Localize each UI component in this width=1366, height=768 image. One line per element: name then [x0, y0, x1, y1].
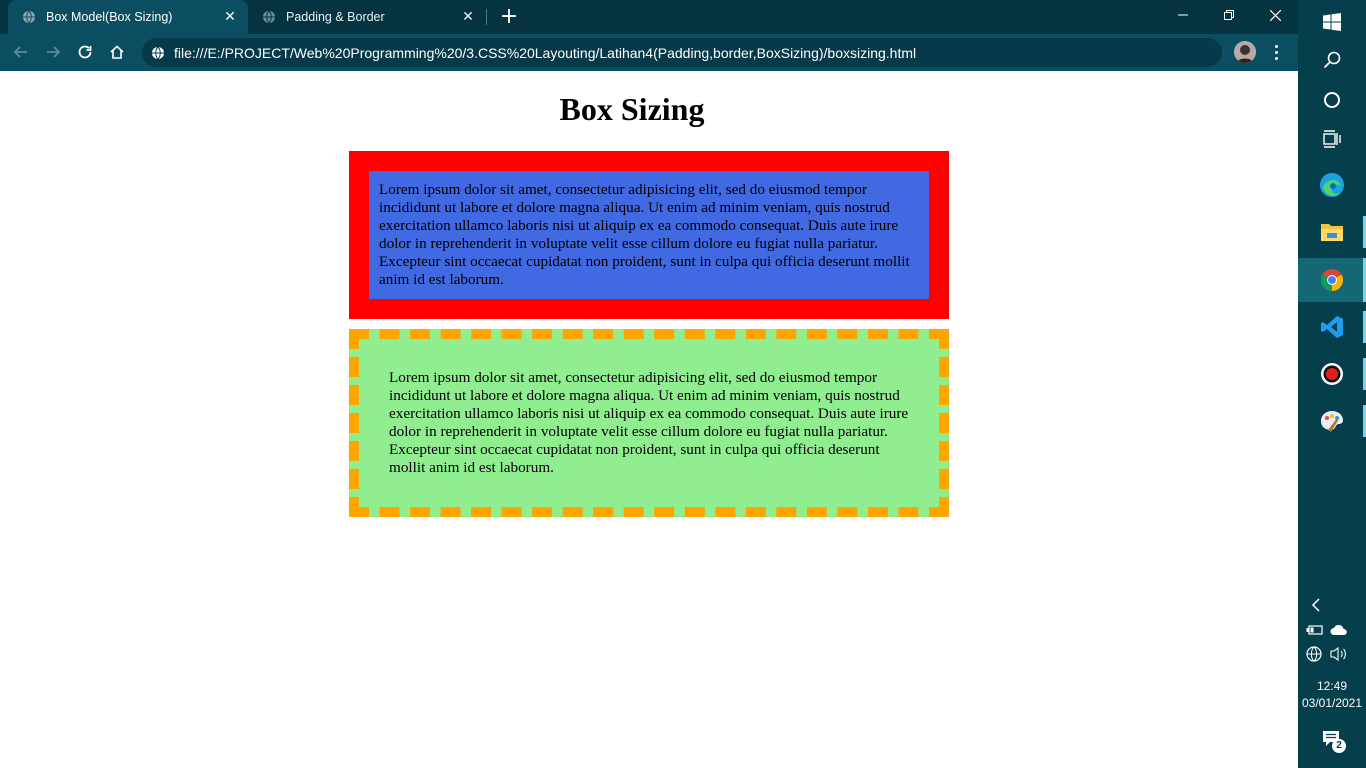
web-page: Box Sizing Lorem ipsum dolor sit amet, c…: [0, 71, 1298, 768]
avatar-icon: [1234, 41, 1256, 63]
show-hidden-icons-button[interactable]: [1310, 598, 1322, 615]
address-bar[interactable]: file:///E:/PROJECT/Web%20Programming%20/…: [142, 38, 1222, 67]
tab-title: Padding & Border: [286, 10, 385, 24]
tab-box-model[interactable]: Box Model(Box Sizing) ✕: [8, 0, 248, 34]
url-text[interactable]: file:///E:/PROJECT/Web%20Programming%20/…: [174, 45, 916, 61]
close-icon: [1269, 9, 1281, 21]
speaker-icon: [1330, 646, 1346, 662]
cortana-icon: [1324, 92, 1340, 108]
close-window-button[interactable]: [1252, 0, 1298, 30]
recorder-icon: [1321, 363, 1343, 385]
box-paragraph: Lorem ipsum dolor sit amet, consectetur …: [389, 369, 909, 476]
search-icon: [1323, 51, 1341, 69]
network-status[interactable]: [1306, 646, 1322, 665]
new-tab-button[interactable]: +: [498, 6, 520, 28]
edge-icon: [1320, 173, 1344, 197]
chevron-left-icon: [1311, 598, 1320, 612]
globe-icon: [263, 10, 275, 24]
home-icon: [110, 45, 124, 59]
chrome-app[interactable]: [1298, 258, 1366, 302]
file-explorer-app[interactable]: [1298, 210, 1366, 254]
task-view-button[interactable]: [1298, 117, 1366, 161]
clock-date[interactable]: 03/01/2021: [1298, 696, 1366, 710]
tab-strip: Box Model(Box Sizing) ✕ Padding & Border…: [0, 0, 1298, 34]
browser-window-frame: Box Model(Box Sizing) ✕ Padding & Border…: [0, 0, 1298, 71]
action-center-button[interactable]: 2: [1322, 730, 1350, 756]
recorder-app[interactable]: [1298, 352, 1366, 396]
restore-icon: [1224, 10, 1234, 20]
globe-icon: [23, 10, 35, 24]
globe-icon: [1306, 646, 1322, 662]
search-button[interactable]: [1298, 38, 1366, 82]
arrow-right-icon: [47, 46, 61, 58]
paint-app[interactable]: [1298, 399, 1366, 443]
home-button[interactable]: [104, 39, 130, 65]
profile-avatar[interactable]: [1234, 41, 1256, 63]
edge-app[interactable]: [1298, 163, 1366, 207]
reload-button[interactable]: [72, 39, 98, 65]
windows-taskbar: 12:49 03/01/2021 2: [1298, 0, 1366, 768]
tab-close-icon[interactable]: ✕: [460, 9, 476, 25]
file-explorer-icon: [1321, 224, 1343, 241]
tab-close-icon[interactable]: ✕: [222, 9, 238, 25]
arrow-left-icon: [13, 46, 27, 58]
chrome-icon: [1321, 269, 1343, 291]
vscode-app[interactable]: [1298, 305, 1366, 349]
battery-icon: [1306, 625, 1323, 635]
volume-control[interactable]: [1330, 646, 1348, 665]
clock-time[interactable]: 12:49: [1298, 679, 1366, 693]
tab-separator: [486, 9, 487, 25]
browser-toolbar: file:///E:/PROJECT/Web%20Programming%20/…: [0, 34, 1298, 71]
start-icon: [1323, 13, 1341, 31]
onedrive-status[interactable]: [1330, 624, 1348, 639]
minimize-button[interactable]: [1160, 0, 1206, 30]
cloud-icon: [1330, 624, 1347, 635]
content-box-solid-border: Lorem ipsum dolor sit amet, consectetur …: [349, 151, 949, 319]
notification-badge: 2: [1332, 739, 1346, 753]
cortana-button[interactable]: [1298, 78, 1366, 122]
back-button[interactable]: [8, 39, 34, 65]
content-box-dashed-border: Lorem ipsum dolor sit amet, consectetur …: [349, 329, 949, 517]
restore-button[interactable]: [1206, 0, 1252, 30]
page-title: Box Sizing: [559, 91, 705, 127]
kebab-menu-icon[interactable]: [1266, 40, 1286, 64]
box-paragraph: Lorem ipsum dolor sit amet, consectetur …: [379, 181, 910, 288]
task-view-icon: [1323, 130, 1341, 148]
reload-icon: [78, 45, 92, 59]
battery-status[interactable]: [1306, 624, 1324, 639]
tab-padding-border[interactable]: Padding & Border ✕: [248, 0, 486, 34]
vscode-icon: [1321, 316, 1343, 338]
minimize-icon: [1178, 14, 1188, 16]
tab-title: Box Model(Box Sizing): [46, 10, 173, 24]
paint-icon: [1321, 411, 1343, 432]
forward-button[interactable]: [40, 39, 66, 65]
globe-icon: [152, 46, 164, 59]
